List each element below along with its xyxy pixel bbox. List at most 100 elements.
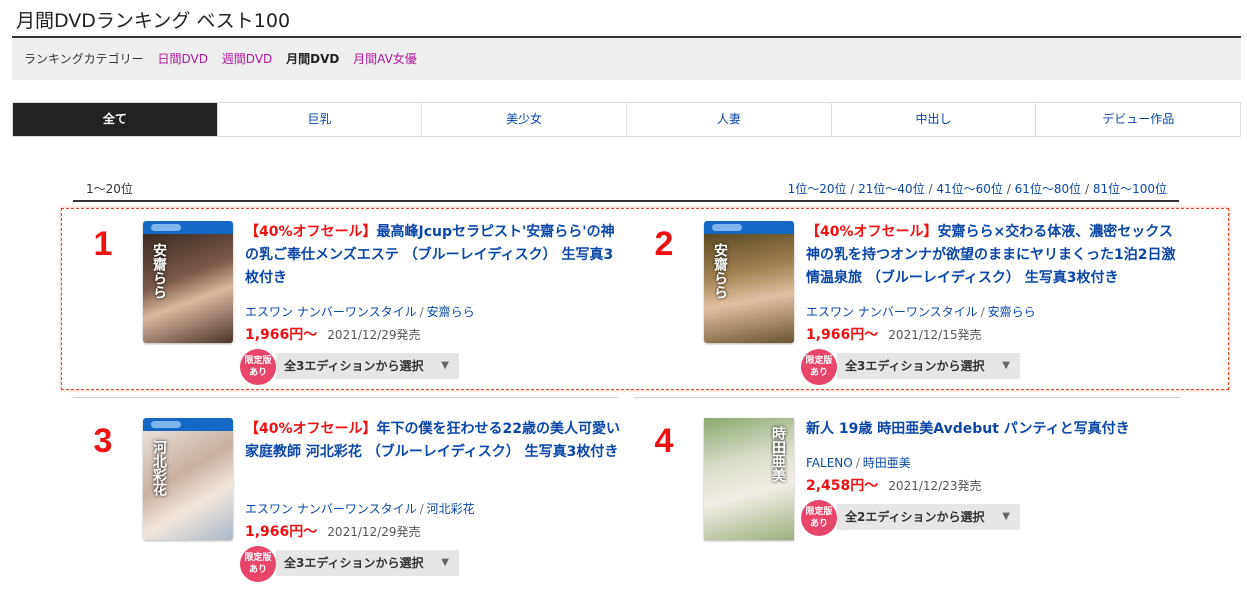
tab-big-breasts[interactable]: 巨乳 xyxy=(216,103,422,136)
sale-label: 【40%オフセール】 xyxy=(806,224,938,240)
badge-line1: 限定版 xyxy=(805,507,833,517)
rank-number: 3 xyxy=(93,422,113,460)
price-line: 1,966円〜 2021/12/29発売 xyxy=(245,521,420,541)
range-sep: / xyxy=(846,182,859,196)
category-link-weekly-dvd[interactable]: 週間DVD xyxy=(222,52,272,66)
maker-sep: / xyxy=(419,502,424,516)
cover-text: 時田亜美 xyxy=(770,426,786,482)
cover-text: 安齋らら xyxy=(151,243,167,299)
limited-badge: 限定版 あり xyxy=(240,546,276,582)
maker-sep: / xyxy=(419,305,424,319)
maker-line: FALENO / 時田亜美 xyxy=(806,454,911,471)
edition-label: 全3エディションから選択 xyxy=(284,359,424,373)
price: 1,966円〜 xyxy=(806,327,879,343)
product-cover[interactable]: 時田亜美 xyxy=(704,418,794,540)
maker-link[interactable]: エスワン ナンバーワンスタイル xyxy=(245,502,417,516)
range-link-81-100[interactable]: 81位〜100位 xyxy=(1093,182,1167,196)
price-line: 1,966円〜 2021/12/15発売 xyxy=(806,324,981,344)
caret-down-icon: ▼ xyxy=(1002,511,1010,522)
product-title[interactable]: 【40%オフセール】安齋らら×交わる体液、濃密セックス 神の乳を持つオンナが欲望… xyxy=(806,221,1181,290)
category-bar: ランキングカテゴリー 日間DVD 週間DVD 月間DVD 月間AV女優 xyxy=(12,38,1241,80)
tab-beautiful-girl[interactable]: 美少女 xyxy=(421,103,626,136)
category-label: ランキングカテゴリー xyxy=(24,52,144,66)
badge-line1: 限定版 xyxy=(244,553,272,563)
limited-badge: 限定版 あり xyxy=(801,500,837,536)
rank-number: 2 xyxy=(654,225,674,263)
category-link-daily-dvd[interactable]: 日間DVD xyxy=(157,52,207,66)
range-sep: / xyxy=(1081,182,1093,196)
caret-down-icon: ▼ xyxy=(441,557,449,568)
release-date: 2021/12/15発売 xyxy=(888,328,982,342)
ranking-item: 4 時田亜美 新人 19歳 時田亜美Avdebut パンティと写真付き FALE… xyxy=(634,418,1174,588)
rank-number: 4 xyxy=(654,422,674,460)
badge-line2: あり xyxy=(809,519,828,529)
maker-line: エスワン ナンバーワンスタイル / 河北彩花 xyxy=(245,500,475,517)
actress-link[interactable]: 安齋らら xyxy=(427,305,475,319)
actress-link[interactable]: 時田亜美 xyxy=(863,456,911,470)
maker-sep: / xyxy=(980,305,985,319)
edition-select[interactable]: 全3エディションから選択 ▼ xyxy=(276,353,459,379)
tab-creampie[interactable]: 中出し xyxy=(830,103,1036,136)
limited-badge: 限定版 あり xyxy=(240,349,276,385)
actress-link[interactable]: 安齋らら xyxy=(988,305,1036,319)
category-link-monthly-actress[interactable]: 月間AV女優 xyxy=(353,52,417,66)
edition-select[interactable]: 全2エディションから選択 ▼ xyxy=(837,504,1020,530)
ranking-item: 1 安齋らら 【40%オフセール】最高峰Jcupセラピスト'安齋らら'の神の乳ご… xyxy=(73,221,615,391)
badge-line1: 限定版 xyxy=(244,356,272,366)
range-link-61-80[interactable]: 61位〜80位 xyxy=(1015,182,1082,196)
product-title[interactable]: 新人 19歳 時田亜美Avdebut パンティと写真付き xyxy=(806,418,1181,441)
rank-number: 1 xyxy=(93,225,113,263)
maker-line: エスワン ナンバーワンスタイル / 安齋らら xyxy=(245,303,475,320)
edition-select[interactable]: 全3エディションから選択 ▼ xyxy=(276,550,459,576)
range-links: 1位〜20位 / 21位〜40位 / 41位〜60位 / 61位〜80位 / 8… xyxy=(788,180,1167,197)
tab-all[interactable]: 全て xyxy=(13,103,217,136)
edition-label: 全2エディションから選択 xyxy=(845,510,985,524)
range-current: 1〜20位 xyxy=(86,182,133,196)
maker-link[interactable]: FALENO xyxy=(806,456,853,470)
row-divider-right xyxy=(634,397,1180,398)
edition-select[interactable]: 全3エディションから選択 ▼ xyxy=(837,353,1020,379)
bluray-band xyxy=(143,418,233,431)
category-link-monthly-dvd[interactable]: 月間DVD xyxy=(286,52,339,66)
product-cover[interactable]: 河北彩花 xyxy=(143,418,233,540)
tab-debut[interactable]: デビュー作品 xyxy=(1035,103,1240,136)
actress-link[interactable]: 河北彩花 xyxy=(427,502,475,516)
edition-label: 全3エディションから選択 xyxy=(845,359,985,373)
badge-line2: あり xyxy=(809,368,828,378)
price-line: 1,966円〜 2021/12/29発売 xyxy=(245,324,420,344)
product-cover[interactable]: 安齋らら xyxy=(143,221,233,343)
range-sep: / xyxy=(924,182,937,196)
maker-link[interactable]: エスワン ナンバーワンスタイル xyxy=(245,305,417,319)
range-link-41-60[interactable]: 41位〜60位 xyxy=(936,182,1003,196)
release-date: 2021/12/29発売 xyxy=(327,328,421,342)
maker-link[interactable]: エスワン ナンバーワンスタイル xyxy=(806,305,978,319)
caret-down-icon: ▼ xyxy=(1002,360,1010,371)
bluray-band xyxy=(143,221,233,234)
range-sep: / xyxy=(1002,182,1015,196)
ranking-item: 3 河北彩花 【40%オフセール】年下の僕を狂わせる22歳の美人可愛い家庭教師 … xyxy=(73,418,620,588)
cover-text: 安齋らら xyxy=(712,243,728,299)
row-divider-left xyxy=(73,397,618,398)
genre-tabs: 全て 巨乳 美少女 人妻 中出し デビュー作品 xyxy=(12,102,1241,137)
ranking-item: 2 安齋らら 【40%オフセール】安齋らら×交わる体液、濃密セックス 神の乳を持… xyxy=(634,221,1175,391)
price: 1,966円〜 xyxy=(245,327,318,343)
maker-line: エスワン ナンバーワンスタイル / 安齋らら xyxy=(806,303,1036,320)
price-line: 2,458円〜 2021/12/23発売 xyxy=(806,475,981,495)
range-link-21-40[interactable]: 21位〜40位 xyxy=(858,182,925,196)
product-title[interactable]: 【40%オフセール】最高峰Jcupセラピスト'安齋らら'の神の乳ご奉仕メンズエス… xyxy=(245,221,620,290)
title-text: 新人 19歳 時田亜美Avdebut パンティと写真付き xyxy=(806,421,1130,437)
product-cover[interactable]: 安齋らら xyxy=(704,221,794,343)
release-date: 2021/12/29発売 xyxy=(327,525,421,539)
badge-line1: 限定版 xyxy=(805,356,833,366)
edition-label: 全3エディションから選択 xyxy=(284,556,424,570)
cover-text: 河北彩花 xyxy=(151,440,167,496)
badge-line2: あり xyxy=(248,565,267,575)
release-date: 2021/12/23発売 xyxy=(888,479,982,493)
sale-label: 【40%オフセール】 xyxy=(245,421,377,437)
page-title: 月間DVDランキング ベスト100 xyxy=(16,10,291,32)
sale-label: 【40%オフセール】 xyxy=(245,224,377,240)
range-link-1-20[interactable]: 1位〜20位 xyxy=(788,182,847,196)
tab-married-woman[interactable]: 人妻 xyxy=(626,103,831,136)
range-bar: 1〜20位 1位〜20位 / 21位〜40位 / 41位〜60位 / 61位〜8… xyxy=(73,178,1179,202)
product-title[interactable]: 【40%オフセール】年下の僕を狂わせる22歳の美人可愛い家庭教師 河北彩花 （ブ… xyxy=(245,418,620,464)
